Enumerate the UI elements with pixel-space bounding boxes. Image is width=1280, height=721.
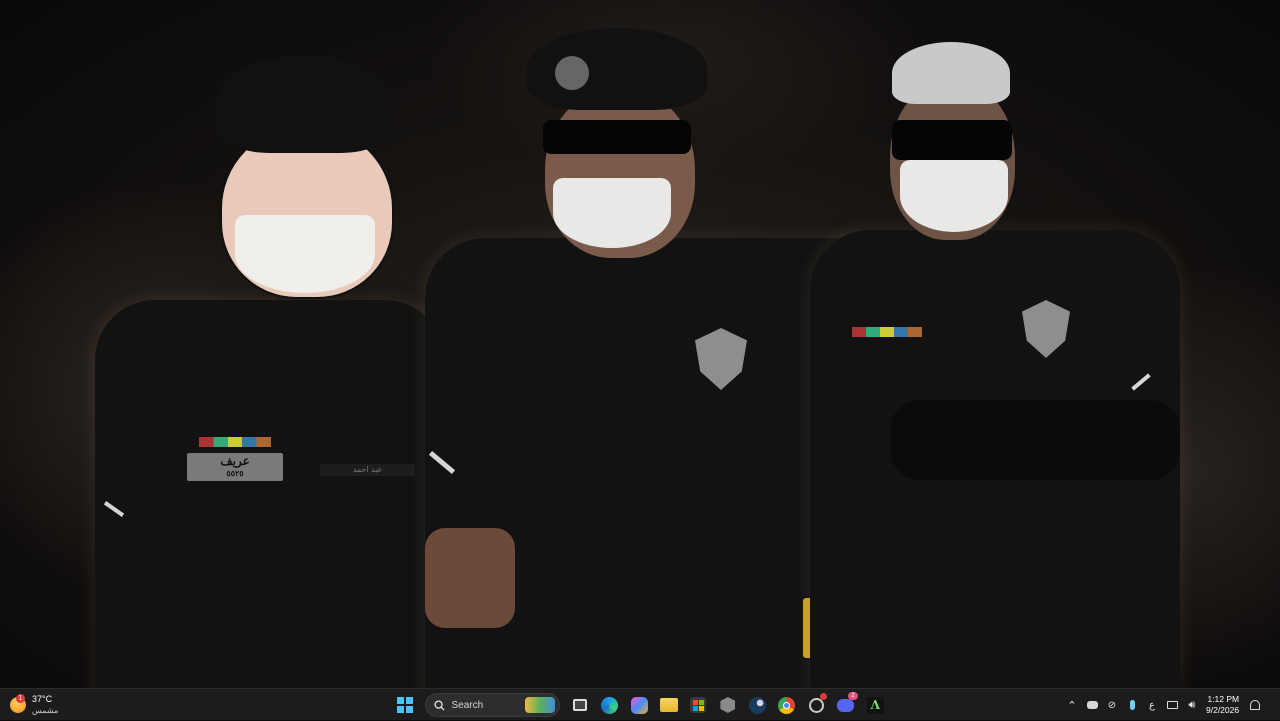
officer-left-name-strip: عبد احمد [320, 464, 415, 476]
discord-icon [837, 698, 855, 712]
sun-icon: 1 [10, 694, 26, 713]
officer-right-hair [892, 42, 1010, 104]
tray-discord-button[interactable] [1082, 693, 1102, 717]
store-icon [690, 697, 707, 713]
language-label: ع [1149, 699, 1155, 711]
edge-icon [601, 696, 619, 714]
chrome-icon [778, 696, 796, 714]
discord-tray-icon [1086, 701, 1098, 709]
steam-icon [748, 696, 766, 714]
monitor-icon [1166, 701, 1178, 709]
show-hidden-icons-button[interactable]: ⌃ [1062, 693, 1082, 717]
store-button[interactable] [686, 692, 710, 718]
desktop-wallpaper: عريف ٥٥٢٥ عبد احمد [0, 0, 1280, 688]
nametag-rank: عريف [220, 454, 250, 468]
hex-app-button[interactable] [716, 692, 740, 718]
copilot-icon [630, 696, 648, 714]
officer-center-sunglasses [543, 120, 691, 154]
chrome-button[interactable] [775, 692, 799, 718]
officer-center-left-arm [425, 528, 515, 628]
hexagon-icon [720, 697, 736, 713]
tray-volume-button[interactable]: 🔊︎ [1182, 693, 1202, 717]
language-indicator[interactable]: ع [1142, 693, 1162, 717]
weather-widget[interactable]: 1 37°C مشمس [10, 689, 80, 721]
tray-display-button[interactable] [1162, 693, 1182, 717]
cloud-off-icon: ⊘ [1107, 699, 1117, 711]
speaker-icon: 🔊︎ [1188, 698, 1196, 711]
nametag-number: ٥٥٢٥ [226, 469, 244, 478]
officer-left-nametag: عريف ٥٥٢٥ [187, 453, 283, 481]
start-button[interactable] [393, 692, 417, 718]
weather-temperature: 37°C [32, 694, 53, 704]
system-tray: ⌃ ⊘ ع 🔊︎ 1:12 PM 9/2/2026 [1062, 689, 1280, 721]
officer-right-beard [900, 160, 1008, 232]
folder-icon [659, 698, 678, 712]
officer-left-beret [215, 55, 395, 153]
officer-center-beard [553, 178, 671, 248]
discord-button[interactable]: 2 [834, 692, 859, 718]
windows-icon [396, 697, 413, 713]
officer-right-sunglasses [892, 120, 1012, 160]
weather-condition: مشمس [32, 706, 59, 715]
search-box[interactable]: Search [425, 693, 560, 717]
officer-right-crossed-arms [890, 400, 1180, 480]
discord-badge: 2 [848, 692, 859, 700]
a-app-button[interactable]: Λ [863, 692, 887, 718]
officer-left-ribbons [199, 437, 271, 447]
search-placeholder: Search [451, 699, 484, 711]
clock[interactable]: 1:12 PM 9/2/2026 [1206, 694, 1239, 716]
officer-right [800, 40, 1180, 688]
clock-date: 9/2/2026 [1206, 705, 1240, 715]
officer-center-beret-pin [555, 56, 589, 90]
task-view-button[interactable] [568, 692, 592, 718]
officer-left-beard [235, 215, 375, 293]
officer-right-ribbons [852, 327, 922, 337]
officer-left-torso [95, 300, 445, 688]
edge-button[interactable] [598, 692, 622, 718]
notification-dot [819, 693, 827, 700]
taskbar-center: Search 2 Λ [390, 689, 890, 721]
search-icon [434, 699, 446, 711]
officer-left: عريف ٥٥٢٥ عبد احمد [95, 55, 455, 688]
taskbar: 1 37°C مشمس Search 2 Λ ⌃ ⊘ ع 🔊︎ 1:12 PM … [0, 688, 1280, 720]
tray-microphone-button[interactable] [1122, 693, 1142, 717]
copilot-button[interactable] [627, 692, 651, 718]
tray-network-off-button[interactable]: ⊘ [1102, 693, 1122, 717]
officer-center-beret [527, 28, 707, 110]
notifications-button[interactable] [1245, 693, 1265, 717]
task-view-icon [573, 699, 588, 711]
search-highlight-image [524, 697, 555, 713]
steam-button[interactable] [745, 692, 769, 718]
file-explorer-button[interactable] [657, 692, 681, 718]
clock-time: 1:12 PM [1207, 694, 1240, 704]
badge-app-button[interactable] [804, 692, 828, 718]
weather-alert-badge: 1 [16, 694, 25, 703]
bell-icon [1250, 700, 1261, 710]
chevron-up-icon: ⌃ [1067, 699, 1077, 712]
microphone-icon [1129, 700, 1135, 710]
a-logo-icon: Λ [866, 696, 884, 714]
